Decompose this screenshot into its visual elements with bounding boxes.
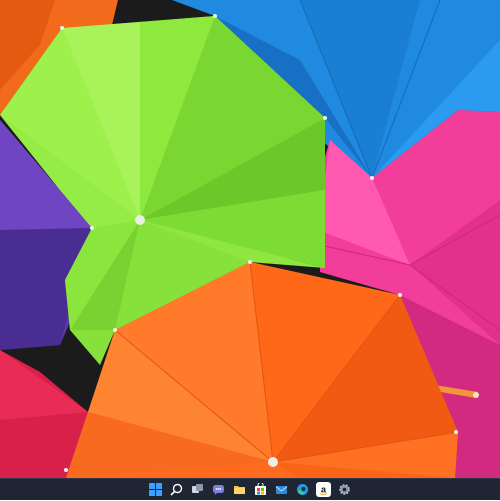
desktop-wallpaper xyxy=(0,0,500,478)
amazon-app-button[interactable]: a xyxy=(316,482,331,497)
svg-text:a: a xyxy=(321,485,327,495)
task-view-button[interactable] xyxy=(190,482,205,497)
task-view-icon xyxy=(192,484,203,493)
settings-button[interactable] xyxy=(337,482,352,497)
taskbar: a xyxy=(0,478,500,500)
store-icon xyxy=(255,483,266,495)
search-button[interactable] xyxy=(169,482,184,497)
gear-icon xyxy=(339,484,350,495)
teams-chat-button[interactable] xyxy=(211,482,226,497)
edge-browser-button[interactable] xyxy=(295,482,310,497)
microsoft-store-button[interactable] xyxy=(253,482,268,497)
search-icon xyxy=(170,483,183,496)
chat-icon xyxy=(213,485,224,495)
edge-icon xyxy=(297,484,308,495)
folder-icon xyxy=(234,486,245,494)
file-explorer-button[interactable] xyxy=(232,482,247,497)
mail-button[interactable] xyxy=(274,482,289,497)
mail-icon xyxy=(275,486,288,494)
amazon-icon: a xyxy=(319,485,328,495)
start-button[interactable] xyxy=(148,482,163,497)
desktop xyxy=(0,0,500,478)
windows-logo-icon xyxy=(149,483,162,496)
taskbar-pinned-apps: a xyxy=(148,479,352,501)
